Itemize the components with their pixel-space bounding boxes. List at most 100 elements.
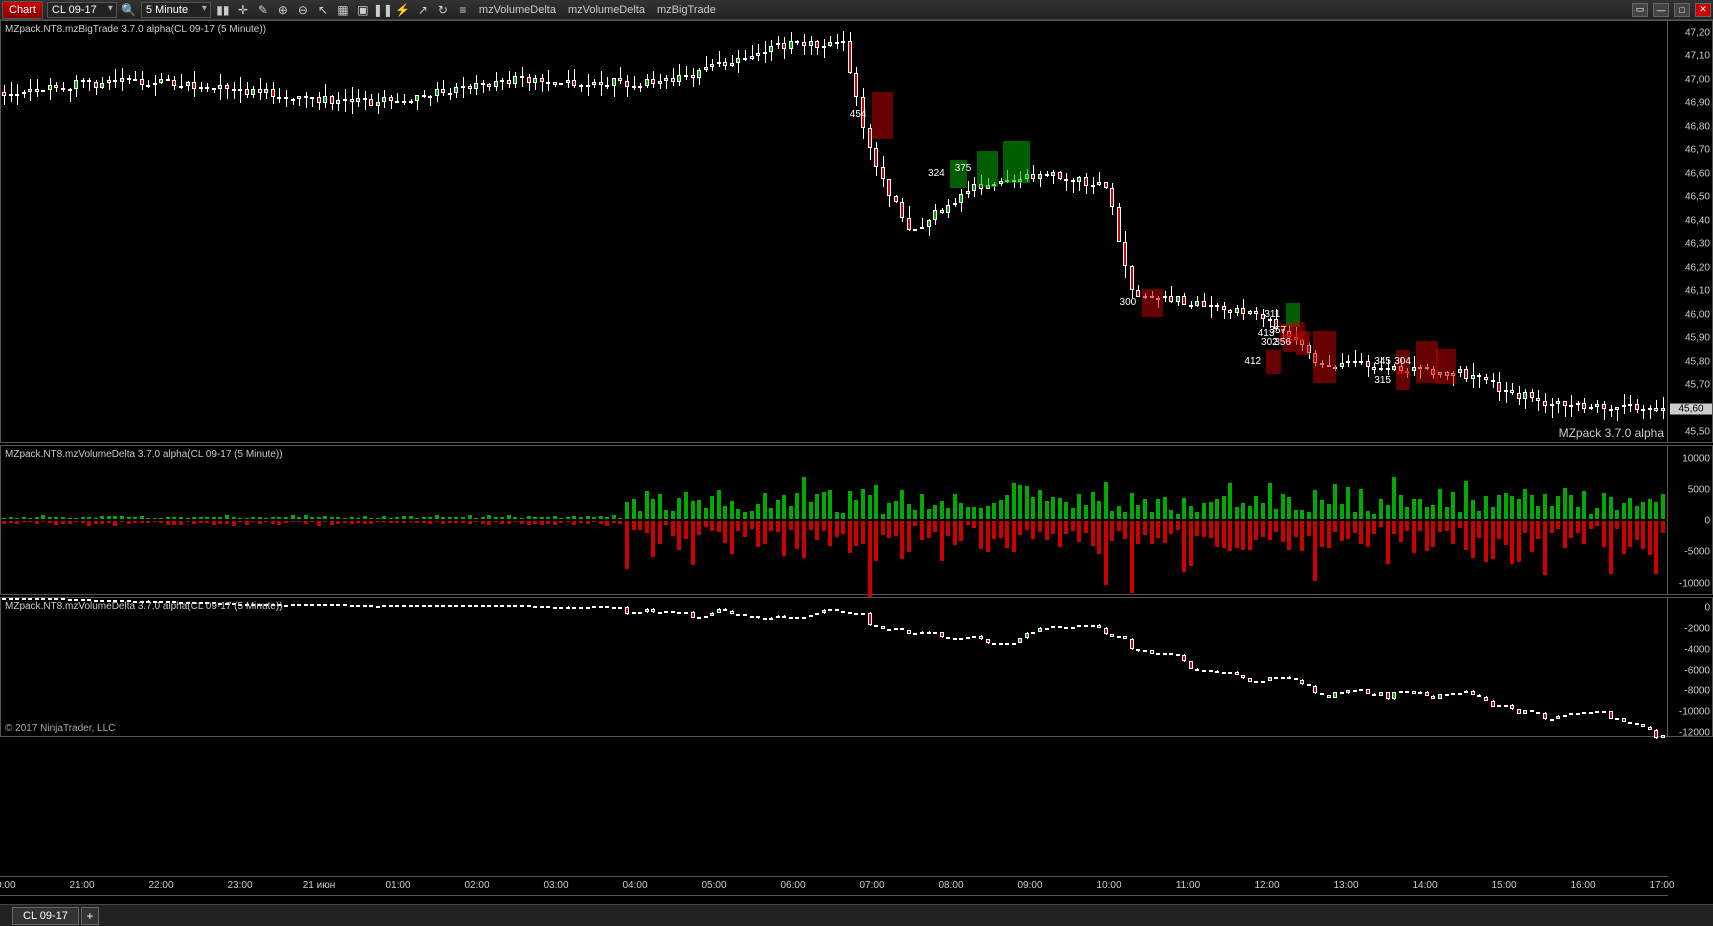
- y-tick: 5000: [1688, 484, 1710, 495]
- x-tick: 23:00: [227, 880, 252, 891]
- y-tick: -12000: [1679, 727, 1710, 738]
- price-marker: 45,60: [1670, 403, 1712, 414]
- x-tick: 02:00: [464, 880, 489, 891]
- snapshot-icon[interactable]: ▣: [355, 2, 371, 18]
- y-tick: -10000: [1679, 707, 1710, 718]
- y-tick: -10000: [1679, 578, 1710, 589]
- y-tick: 46,80: [1685, 121, 1710, 132]
- settings-icon[interactable]: ≡: [455, 2, 471, 18]
- maximize-button[interactable]: □: [1674, 3, 1690, 17]
- big-trade-label: 375: [955, 163, 972, 174]
- x-tick: 09:00: [1017, 880, 1042, 891]
- panel2-axis[interactable]: 1000050000-5000-10000: [1667, 446, 1712, 594]
- draw-icon[interactable]: ✎: [255, 2, 271, 18]
- x-tick: 22:00: [148, 880, 173, 891]
- close-button[interactable]: ✕: [1695, 3, 1711, 17]
- timeframe-dropdown[interactable]: 5 Minute: [141, 2, 211, 18]
- time-axis[interactable]: 20:00 21:00 22:00 23:00 21 июн 01:00 02:00 03:0…: [0, 876, 1668, 896]
- cursor-icon[interactable]: ↖: [315, 2, 331, 18]
- zoom-out-icon[interactable]: ⊖: [295, 2, 311, 18]
- add-tab-button[interactable]: +: [81, 907, 99, 925]
- big-trade-box: [1396, 371, 1409, 390]
- toolbar: Chart CL 09-17 🔍 5 Minute ▮▮ ✛ ✎ ⊕ ⊖ ↖ ▦…: [0, 0, 1713, 20]
- y-tick: 45,50: [1685, 427, 1710, 438]
- reload-icon[interactable]: ↻: [435, 2, 451, 18]
- big-trade-box: [1436, 349, 1456, 384]
- y-tick: 46,00: [1685, 309, 1710, 320]
- x-tick: 01:00: [385, 880, 410, 891]
- big-trade-label: 345: [1374, 356, 1391, 367]
- x-tick: 07:00: [859, 880, 884, 891]
- x-tick: 14:00: [1412, 880, 1437, 891]
- strategy-icon[interactable]: ⚡: [395, 2, 411, 18]
- bars-icon[interactable]: ▮▮: [215, 2, 231, 18]
- big-trade-label: 311: [1264, 309, 1280, 320]
- big-trade-label: 304: [1394, 356, 1411, 367]
- big-trade-label: 300: [1120, 297, 1137, 308]
- indicator-label-2[interactable]: mzVolumeDelta: [564, 4, 649, 16]
- zoom-in-icon[interactable]: ⊕: [275, 2, 291, 18]
- big-trade-box: [977, 151, 999, 186]
- instrument-tab[interactable]: CL 09-17: [12, 907, 79, 925]
- y-tick: 46,50: [1685, 192, 1710, 203]
- data-window-icon[interactable]: ▦: [335, 2, 351, 18]
- x-tick: 13:00: [1333, 880, 1358, 891]
- x-tick: 06:00: [780, 880, 805, 891]
- y-tick: 0: [1704, 516, 1710, 527]
- pause-icon[interactable]: ❚❚: [375, 2, 391, 18]
- big-trade-box: [1142, 289, 1164, 317]
- y-tick: 46,30: [1685, 239, 1710, 250]
- trend-icon[interactable]: ↗: [415, 2, 431, 18]
- y-tick: 47,10: [1685, 51, 1710, 62]
- big-trade-box: [872, 92, 894, 139]
- y-tick: 46,90: [1685, 98, 1710, 109]
- big-trade-box: [1296, 331, 1309, 355]
- big-trade-box: [1313, 331, 1336, 383]
- y-tick: 45,70: [1685, 380, 1710, 391]
- cum-delta-panel[interactable]: MZpack.NT8.mzVolumeDelta 3.7.0 alpha(CL …: [0, 597, 1713, 737]
- y-tick: 46,70: [1685, 145, 1710, 156]
- y-tick: -2000: [1684, 624, 1710, 635]
- indicator-label-3[interactable]: mzBigTrade: [653, 4, 720, 16]
- x-tick: 10:00: [1096, 880, 1121, 891]
- x-tick: 20:00: [0, 880, 16, 891]
- x-tick: 15:00: [1491, 880, 1516, 891]
- y-tick: 46,40: [1685, 215, 1710, 226]
- y-tick: 46,20: [1685, 262, 1710, 273]
- y-tick: 46,10: [1685, 286, 1710, 297]
- x-tick: 21 июн: [303, 880, 336, 891]
- x-tick: 17:00: [1649, 880, 1674, 891]
- x-tick: 05:00: [701, 880, 726, 891]
- y-tick: -4000: [1684, 644, 1710, 655]
- crosshair-icon[interactable]: ✛: [235, 2, 251, 18]
- y-tick: 47,20: [1685, 27, 1710, 38]
- panel3-title: MZpack.NT8.mzVolumeDelta 3.7.0 alpha(CL …: [5, 601, 283, 612]
- x-tick: 03:00: [543, 880, 568, 891]
- search-icon[interactable]: 🔍: [121, 2, 137, 18]
- indicator-label-1[interactable]: mzVolumeDelta: [475, 4, 560, 16]
- minimize-button[interactable]: —: [1653, 3, 1669, 17]
- x-tick: 21:00: [69, 880, 94, 891]
- big-trade-box: [1416, 341, 1438, 383]
- panel2-title: MZpack.NT8.mzVolumeDelta 3.7.0 alpha(CL …: [5, 449, 283, 460]
- panel1-price-axis[interactable]: 47,20 47,10 47,00 46,90 46,80 46,70 46,60 46,50…: [1667, 21, 1712, 442]
- y-tick: 46,60: [1685, 168, 1710, 179]
- dock-button[interactable]: ▭: [1632, 3, 1648, 17]
- panel3-axis[interactable]: 0-2000-4000-6000-8000-10000-12000: [1667, 598, 1712, 736]
- copyright: © 2017 NinjaTrader, LLC: [5, 723, 115, 734]
- price-panel[interactable]: MZpack.NT8.mzBigTrade 3.7.0 alpha(CL 09-…: [0, 20, 1713, 443]
- panel1-title: MZpack.NT8.mzBigTrade 3.7.0 alpha(CL 09-…: [5, 24, 266, 35]
- x-tick: 12:00: [1254, 880, 1279, 891]
- big-trade-box: [1003, 141, 1030, 183]
- watermark: MZpack 3.7.0 alpha: [1559, 426, 1664, 440]
- x-tick: 04:00: [622, 880, 647, 891]
- y-tick: 47,00: [1685, 74, 1710, 85]
- y-tick: -6000: [1684, 665, 1710, 676]
- volume-delta-panel[interactable]: MZpack.NT8.mzVolumeDelta 3.7.0 alpha(CL …: [0, 445, 1713, 595]
- big-trade-label: 454: [850, 109, 867, 120]
- big-trade-label: 412: [1244, 356, 1261, 367]
- bottom-tabs: CL 09-17 +: [0, 904, 1713, 926]
- x-tick: 16:00: [1570, 880, 1595, 891]
- chart-title-badge: Chart: [2, 1, 43, 19]
- instrument-dropdown[interactable]: CL 09-17: [47, 2, 117, 18]
